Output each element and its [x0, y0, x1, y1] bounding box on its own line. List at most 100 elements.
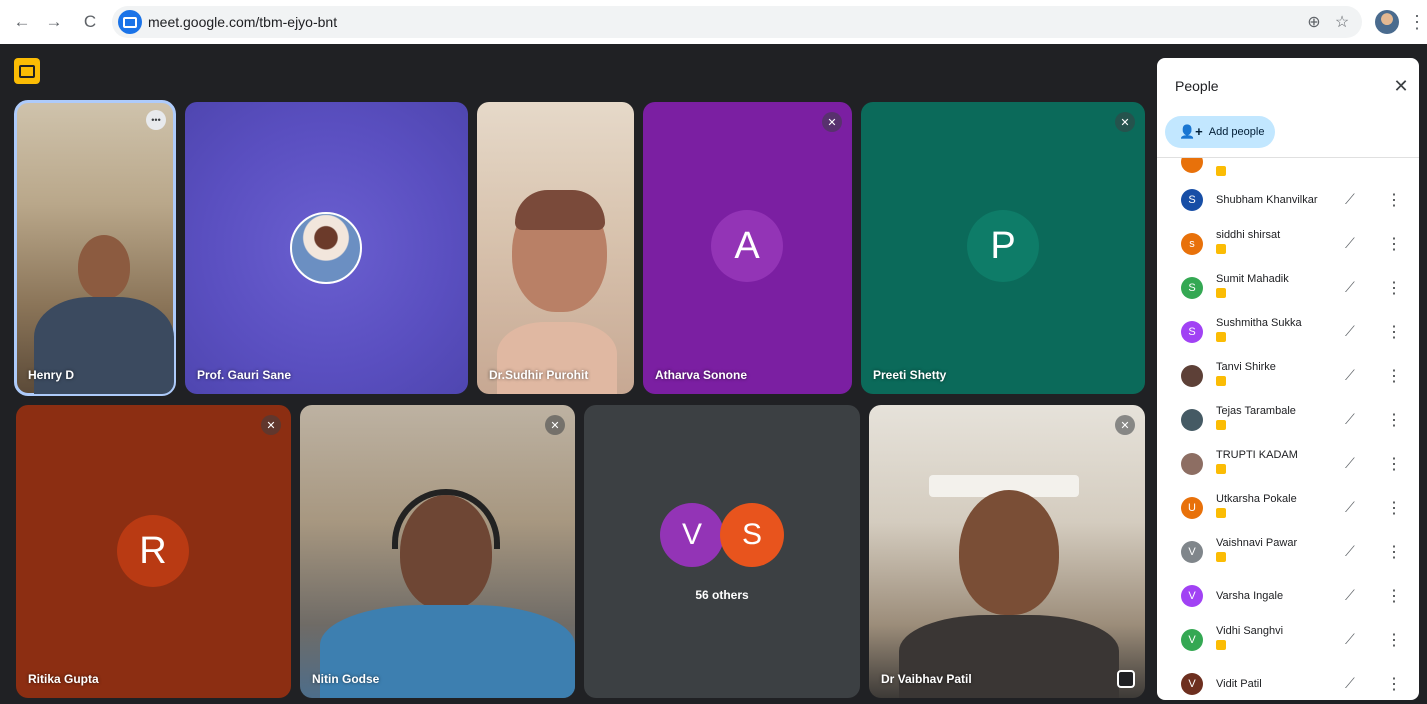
muted-mic-icon[interactable]: ⟋	[1345, 631, 1355, 648]
video-feed	[78, 235, 130, 299]
avatar	[1181, 158, 1203, 173]
participant-tile-sudhir[interactable]: Dr.Sudhir Purohit	[477, 102, 634, 394]
profile-avatar[interactable]	[1375, 10, 1399, 34]
list-item[interactable]: S Sumit Mahadik ⟋ ⋮	[1157, 266, 1419, 310]
meet-site-icon	[118, 10, 142, 34]
more-options-icon[interactable]: ⋮	[1386, 234, 1402, 254]
list-item[interactable]: V Varsha Ingale ⟋ ⋮	[1157, 574, 1419, 618]
participant-name: Tanvi Shirke	[1216, 361, 1276, 373]
participant-avatar	[290, 212, 362, 284]
close-icon[interactable]: ✕	[1389, 74, 1413, 98]
list-item[interactable]: S Sushmitha Sukka ⟋ ⋮	[1157, 310, 1419, 354]
avatar: V	[1181, 673, 1203, 695]
add-people-button[interactable]: 👤+ Add people	[1165, 116, 1275, 148]
avatar: U	[1181, 497, 1203, 519]
others-tile[interactable]: V S 56 others	[584, 405, 860, 698]
more-options-icon[interactable]: ⋮	[1386, 410, 1402, 430]
raised-hand-icon	[1216, 552, 1226, 562]
muted-mic-icon: ✕	[1115, 112, 1135, 132]
list-item[interactable]: U Utkarsha Pokale ⟋ ⋮	[1157, 486, 1419, 530]
reload-icon[interactable]: C	[76, 8, 104, 36]
list-item[interactable]: V Vidhi Sanghvi ⟋ ⋮	[1157, 618, 1419, 662]
more-options-icon[interactable]: ⋮	[1386, 586, 1402, 606]
headphones	[392, 489, 500, 549]
participant-name: Ritika Gupta	[28, 672, 99, 686]
participant-initial-avatar: R	[117, 515, 189, 587]
url-text[interactable]: meet.google.com/tbm-ejyo-bnt	[148, 14, 337, 30]
video-feed	[959, 490, 1059, 615]
more-options-icon[interactable]: ⋮	[1386, 190, 1402, 210]
list-item[interactable]: Tejas Tarambale ⟋ ⋮	[1157, 398, 1419, 442]
avatar: S	[1181, 321, 1203, 343]
raised-hand-icon	[1216, 332, 1226, 342]
raised-hand-icon	[1216, 376, 1226, 386]
more-options-icon[interactable]: ⋮	[1386, 454, 1402, 474]
list-item[interactable]: S Shubham Khanvilkar ⟋ ⋮	[1157, 178, 1419, 222]
browser-toolbar: ← → C meet.google.com/tbm-ejyo-bnt ⊕ ☆ ⋮	[0, 0, 1427, 44]
participant-tile-preeti[interactable]: P ✕ Preeti Shetty	[861, 102, 1145, 394]
participant-list[interactable]: S Shubham Khanvilkar ⟋ ⋮ s siddhi shirsat ⟋ ⋮ S S…	[1157, 157, 1419, 700]
muted-mic-icon[interactable]: ⟋	[1345, 587, 1355, 604]
browser-menu-icon[interactable]: ⋮	[1408, 10, 1426, 34]
avatar: V	[1181, 629, 1203, 651]
muted-mic-icon[interactable]: ⟋	[1345, 323, 1355, 340]
more-options-icon[interactable]: ⋮	[1386, 542, 1402, 562]
muted-mic-icon[interactable]: ⟋	[1345, 543, 1355, 560]
participant-name: Tejas Tarambale	[1216, 405, 1296, 417]
muted-mic-icon[interactable]: ⟋	[1345, 279, 1355, 296]
participant-name: Atharva Sonone	[655, 368, 748, 382]
list-item[interactable]: V Vaishnavi Pawar ⟋ ⋮	[1157, 530, 1419, 574]
participant-name: Dr Vaibhav Patil	[881, 672, 972, 686]
avatar: S	[1181, 189, 1203, 211]
more-options-icon[interactable]: ⋮	[1386, 278, 1402, 298]
list-item[interactable]: V Vidit Patil ⟋ ⋮	[1157, 662, 1419, 700]
address-bar[interactable]: meet.google.com/tbm-ejyo-bnt ⊕ ☆	[112, 6, 1362, 38]
participant-name: Utkarsha Pokale	[1216, 493, 1297, 505]
zoom-icon[interactable]: ⊕	[1302, 10, 1326, 34]
avatar	[1181, 453, 1203, 475]
forward-icon[interactable]: →	[40, 8, 68, 36]
muted-mic-icon[interactable]: ⟋	[1345, 367, 1355, 384]
avatar: s	[1181, 233, 1203, 255]
muted-mic-icon: ✕	[1115, 415, 1135, 435]
participant-name: Varsha Ingale	[1216, 590, 1284, 602]
muted-mic-icon[interactable]: ⟋	[1345, 499, 1355, 516]
list-item[interactable]: TRUPTI KADAM ⟋ ⋮	[1157, 442, 1419, 486]
participant-tile-nitin[interactable]: ✕ Nitin Godse	[300, 405, 575, 698]
bookmark-star-icon[interactable]: ☆	[1330, 10, 1354, 34]
participant-tile-gauri[interactable]: Prof. Gauri Sane	[185, 102, 468, 394]
avatar: V	[1181, 585, 1203, 607]
muted-mic-icon[interactable]: ⟋	[1345, 411, 1355, 428]
participant-tile-vaibhav[interactable]: ✕ Dr Vaibhav Patil	[869, 405, 1145, 698]
avatar	[1181, 409, 1203, 431]
muted-mic-icon[interactable]: ⟋	[1345, 191, 1355, 208]
avatar: V	[1181, 541, 1203, 563]
more-options-icon[interactable]: ⋮	[1386, 674, 1402, 694]
video-feed-body	[497, 322, 617, 394]
raised-hand-icon	[1216, 640, 1226, 650]
others-count-label: 56 others	[695, 588, 749, 602]
muted-mic-icon[interactable]: ⟋	[1345, 675, 1355, 692]
participant-name: Sushmitha Sukka	[1216, 317, 1302, 329]
participant-name: Vidhi Sanghvi	[1216, 625, 1284, 637]
raised-hand-icon	[1216, 420, 1226, 430]
participant-tile-atharva[interactable]: A ✕ Atharva Sonone	[643, 102, 852, 394]
camera-off-icon	[14, 58, 40, 84]
list-item[interactable]: Tanvi Shirke ⟋ ⋮	[1157, 354, 1419, 398]
add-person-icon: 👤+	[1179, 124, 1203, 139]
more-options-icon[interactable]: ⋮	[1386, 630, 1402, 650]
participant-tile-henry[interactable]: ••• Henry D	[14, 100, 176, 396]
participant-name: Nitin Godse	[312, 672, 380, 686]
raised-hand-icon	[1216, 508, 1226, 518]
muted-mic-icon[interactable]: ⟋	[1345, 455, 1355, 472]
muted-mic-icon[interactable]: ⟋	[1345, 235, 1355, 252]
more-options-icon[interactable]: ⋮	[1386, 322, 1402, 342]
participant-tile-ritika[interactable]: R ✕ Ritika Gupta	[16, 405, 291, 698]
more-options-icon[interactable]: ⋮	[1386, 366, 1402, 386]
more-options-icon[interactable]: ⋮	[1386, 498, 1402, 518]
back-icon[interactable]: ←	[8, 8, 36, 36]
pin-icon[interactable]	[1117, 670, 1135, 688]
participant-initial-avatar: A	[711, 210, 783, 282]
more-options-button[interactable]: •••	[146, 110, 166, 130]
list-item[interactable]: s siddhi shirsat ⟋ ⋮	[1157, 222, 1419, 266]
